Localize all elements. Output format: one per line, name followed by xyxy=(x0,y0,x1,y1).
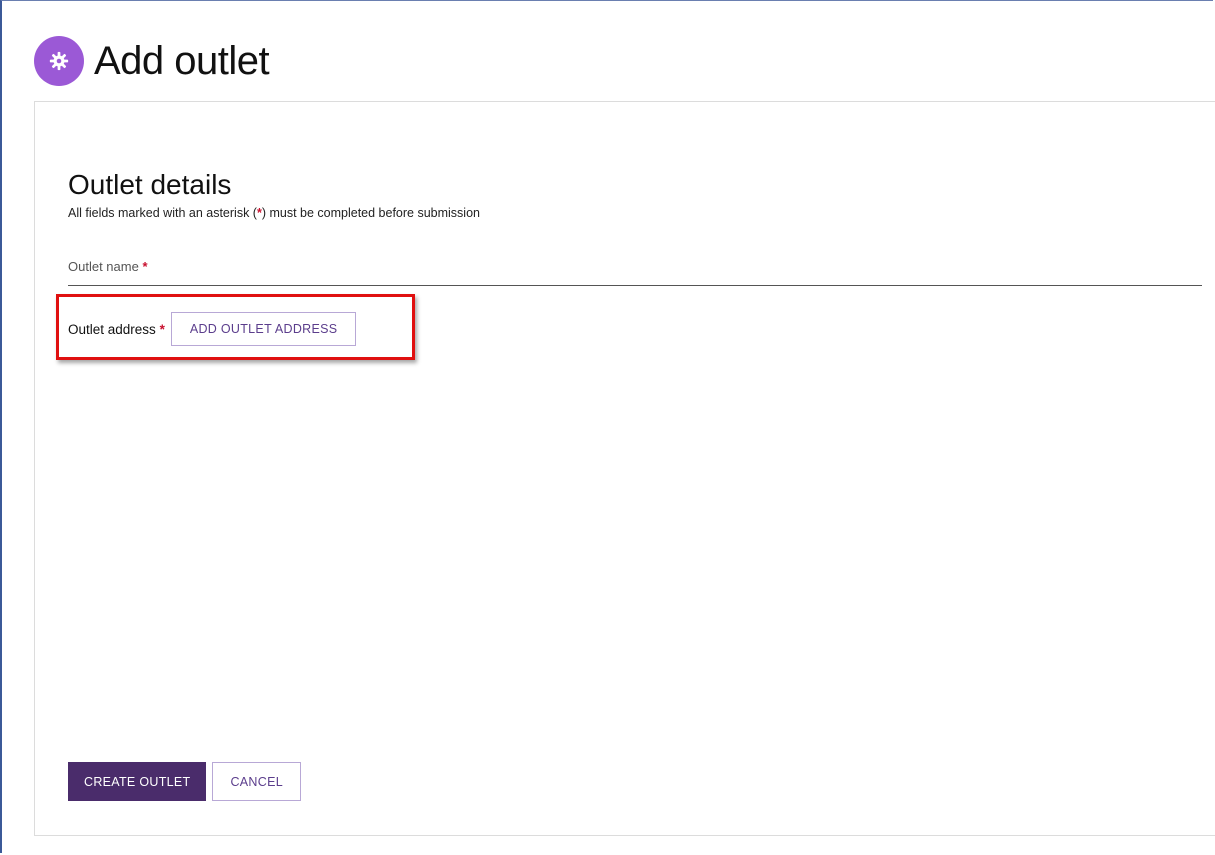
outlet-address-row: Outlet address * ADD OUTLET ADDRESS xyxy=(68,312,357,346)
outlet-name-label-text: Outlet name xyxy=(68,259,139,274)
outlet-name-field[interactable]: Outlet name * xyxy=(68,252,1202,286)
cancel-button[interactable]: CANCEL xyxy=(212,762,301,801)
required-note-prefix: All fields marked with an asterisk ( xyxy=(68,206,257,220)
outlet-address-label-text: Outlet address xyxy=(68,321,156,337)
outlet-name-required-marker: * xyxy=(142,259,148,274)
add-outlet-address-button[interactable]: ADD OUTLET ADDRESS xyxy=(170,312,357,346)
page-title: Add outlet xyxy=(94,39,270,83)
form-actions: CREATE OUTLET CANCEL xyxy=(68,762,301,801)
section-title: Outlet details xyxy=(68,169,232,200)
form-panel: Outlet details All fields marked with an… xyxy=(34,101,1215,836)
create-outlet-button[interactable]: CREATE OUTLET xyxy=(68,762,207,801)
outlet-name-label: Outlet name * xyxy=(68,259,148,274)
required-note-suffix: ) must be completed before submission xyxy=(261,206,480,220)
required-fields-note: All fields marked with an asterisk (*) m… xyxy=(68,206,480,220)
gear-icon xyxy=(34,36,84,86)
outlet-address-label: Outlet address * xyxy=(68,322,165,337)
page-header: Add outlet xyxy=(34,36,270,86)
outlet-address-required-marker: * xyxy=(159,321,165,337)
